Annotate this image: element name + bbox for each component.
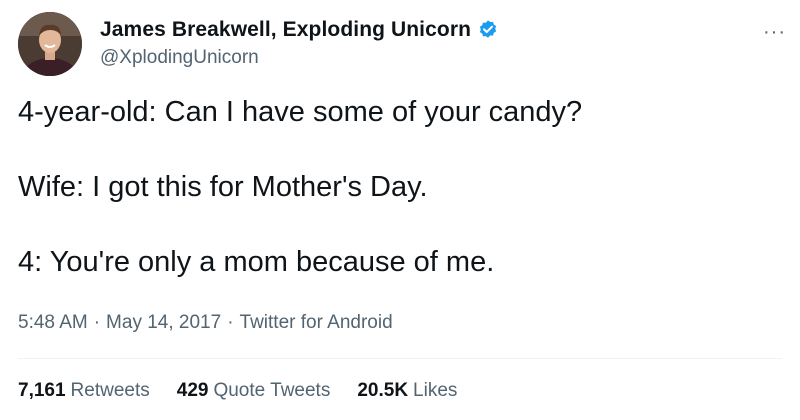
tweet-card: James Breakwell, Exploding Unicorn @Xplo… (0, 0, 800, 420)
meta-separator: · (227, 312, 234, 333)
retweets-label: Retweets (70, 380, 150, 401)
likes-label: Likes (413, 380, 458, 401)
tweet-line: 4: You're only a mom because of me. (18, 246, 495, 278)
tweet-source[interactable]: Twitter for Android (240, 312, 393, 333)
avatar-image (18, 12, 82, 76)
quote-tweets-count: 429 (176, 380, 209, 401)
author-handle[interactable]: @XplodingUnicorn (100, 47, 499, 69)
likes-stat[interactable]: 20.5K Likes (357, 380, 457, 402)
verified-badge-icon (477, 19, 499, 41)
tweet-time[interactable]: 5:48 AM (18, 312, 88, 333)
more-options-icon[interactable]: ··· (763, 22, 786, 42)
avatar[interactable] (18, 12, 82, 76)
tweet-date[interactable]: May 14, 2017 (106, 312, 221, 333)
author-display-name[interactable]: James Breakwell, Exploding Unicorn (100, 18, 471, 42)
quote-tweets-label: Quote Tweets (213, 380, 331, 401)
retweets-stat[interactable]: 7,161 Retweets (18, 380, 150, 402)
tweet-line: Wife: I got this for Mother's Day. (18, 171, 428, 203)
tweet-body: 4-year-old: Can I have some of your cand… (18, 94, 778, 280)
meta-separator: · (93, 312, 101, 333)
tweet-line: 4-year-old: Can I have some of your cand… (18, 96, 583, 128)
author-block: James Breakwell, Exploding Unicorn @Xplo… (100, 16, 499, 69)
retweets-count: 7,161 (18, 380, 66, 401)
quote-tweets-stat[interactable]: 429 Quote Tweets (177, 380, 331, 402)
divider (18, 358, 782, 359)
name-row: James Breakwell, Exploding Unicorn (100, 16, 499, 44)
tweet-stats: 7,161 Retweets 429 Quote Tweets 20.5K Li… (18, 380, 484, 402)
likes-count: 20.5K (357, 380, 409, 401)
tweet-meta: 5:48 AM · May 14, 2017 · Twitter for Android (18, 312, 393, 334)
